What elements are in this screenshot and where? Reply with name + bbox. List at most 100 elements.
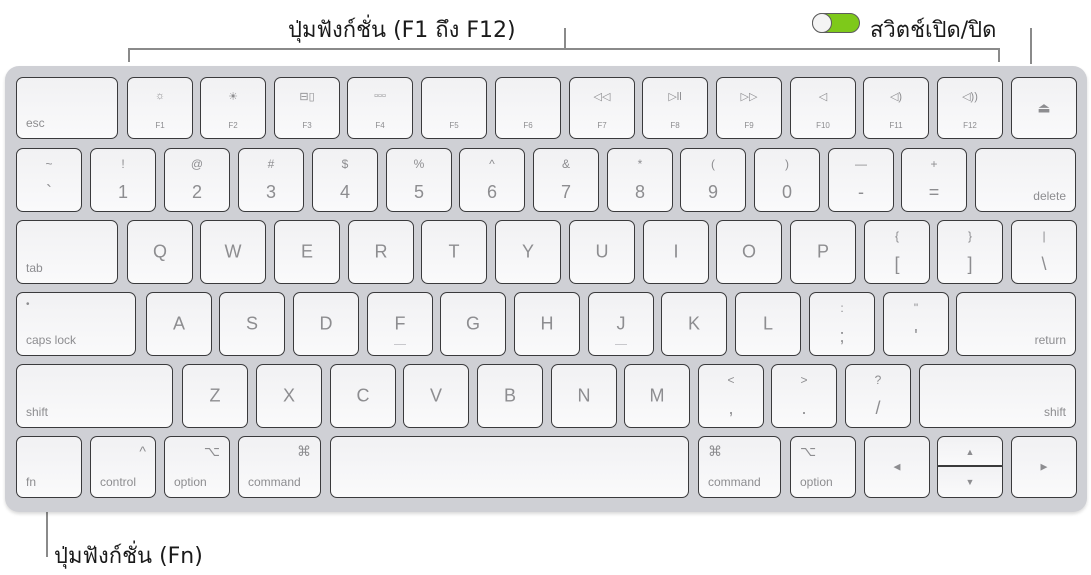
key-label: ' (914, 326, 918, 346)
key-shift[interactable]: shift (919, 364, 1076, 428)
key-v[interactable]: V (403, 364, 469, 428)
key-f12[interactable]: ◁)) F12 (937, 77, 1003, 139)
key-a[interactable]: A (146, 292, 212, 356)
key-d[interactable]: D (293, 292, 359, 356)
key-esc[interactable]: esc (16, 77, 118, 139)
key-label: X (282, 385, 295, 406)
key-9[interactable]: (9 (680, 148, 746, 212)
key-y[interactable]: Y (495, 220, 561, 284)
key-return[interactable]: return (956, 292, 1076, 356)
key-f9[interactable]: ▷▷ F9 (716, 77, 782, 139)
key-label: tab (26, 261, 43, 275)
key-f7[interactable]: ◁◁ F7 (569, 77, 635, 139)
key-f11[interactable]: ◁) F11 (863, 77, 929, 139)
key-o[interactable]: O (716, 220, 782, 284)
key-e[interactable]: E (274, 220, 340, 284)
key-3[interactable]: #3 (238, 148, 304, 212)
callout-bracket-horizontal (128, 48, 1000, 50)
key-s[interactable]: S (219, 292, 285, 356)
key-eject[interactable]: ⏏ (1011, 77, 1077, 139)
key-label: F2 (228, 121, 238, 130)
key-7[interactable]: & 7 (533, 148, 599, 212)
key-%3B[interactable]: :; (809, 292, 875, 356)
key-b[interactable]: B (477, 364, 543, 428)
key-option[interactable]: ⌥ option (790, 436, 856, 498)
key-label: delete (1033, 189, 1066, 203)
key-%3D[interactable]: + = (901, 148, 967, 212)
key-label: esc (26, 116, 45, 130)
key-f4[interactable]: ▫▫▫ F4 (347, 77, 413, 139)
fast-forward-icon: ▷▷ (740, 91, 758, 103)
key-control[interactable]: ^ control (90, 436, 156, 498)
key-%60[interactable]: ~ ` (16, 148, 82, 212)
key-f3[interactable]: ⊟▯ F3 (274, 77, 340, 139)
key-arrow-up-down[interactable]: ▲ ▼ (937, 436, 1003, 498)
key-label: E (300, 241, 313, 262)
key-arrow-up[interactable]: ▲ (937, 436, 1003, 467)
key-label: ] (967, 254, 973, 274)
key-q[interactable]: Q (127, 220, 193, 284)
key--[interactable]: — - (828, 148, 894, 212)
key-delete[interactable]: delete (975, 148, 1076, 212)
key-label: F12 (963, 121, 977, 130)
key-shift-label: + (930, 157, 938, 171)
key-arrow-right[interactable]: ▶ (1011, 436, 1077, 498)
key-shift-label: ( (711, 157, 715, 171)
key-shift-label: — (855, 157, 867, 171)
key-arrow-left[interactable]: ◀ (864, 436, 930, 498)
key-%2F[interactable]: ? / (845, 364, 911, 428)
key-g[interactable]: G (440, 292, 506, 356)
key-x[interactable]: X (256, 364, 322, 428)
key-f8[interactable]: ▷ll F8 (642, 77, 708, 139)
key-z[interactable]: Z (182, 364, 248, 428)
key-caps-lock[interactable]: caps lock • (16, 292, 136, 356)
key-1[interactable]: ! 1 (90, 148, 156, 212)
key-space[interactable] (330, 436, 689, 498)
key-l[interactable]: L (735, 292, 801, 356)
key-f[interactable]: F (367, 292, 433, 356)
key-p[interactable]: P (790, 220, 856, 284)
power-switch-toggle-icon (812, 13, 860, 33)
key-%5B[interactable]: {[ (864, 220, 930, 284)
key-5[interactable]: % 5 (386, 148, 452, 212)
key-option[interactable]: ⌥ option (164, 436, 230, 498)
key-label: 8 (634, 182, 645, 202)
key-m[interactable]: M (624, 364, 690, 428)
key-h[interactable]: H (514, 292, 580, 356)
key-c[interactable]: C (330, 364, 396, 428)
key-%5D[interactable]: }] (937, 220, 1003, 284)
key-n[interactable]: N (551, 364, 617, 428)
key-arrow-down[interactable]: ▼ (937, 465, 1003, 498)
key-2[interactable]: @2 (164, 148, 230, 212)
key-i[interactable]: I (643, 220, 709, 284)
key-.[interactable]: >. (771, 364, 837, 428)
key-8[interactable]: * 8 (607, 148, 673, 212)
key-k[interactable]: K (661, 292, 727, 356)
key-label: N (577, 385, 591, 406)
key-6[interactable]: ^ 6 (459, 148, 525, 212)
key-4[interactable]: $4 (312, 148, 378, 212)
key-f6[interactable]: F6 (495, 77, 561, 139)
key-'[interactable]: " ' (883, 292, 949, 356)
key-w[interactable]: W (200, 220, 266, 284)
key-f5[interactable]: F5 (421, 77, 487, 139)
key-j[interactable]: J (588, 292, 654, 356)
key-shift-label: ~ (45, 157, 53, 171)
key-shift[interactable]: shift (16, 364, 173, 428)
key-r[interactable]: R (348, 220, 414, 284)
key-f10[interactable]: ◁ F10 (790, 77, 856, 139)
key-command[interactable]: ⌘ command (238, 436, 321, 498)
key-fn[interactable]: fn (16, 436, 82, 498)
key-command[interactable]: ⌘ command (698, 436, 781, 498)
key-label: / (875, 398, 881, 418)
key-label: J (616, 313, 626, 334)
key-shift-label: " (913, 301, 919, 315)
key-f2[interactable]: ☀ F2 (200, 77, 266, 139)
key-0[interactable]: ) 0 (754, 148, 820, 212)
key-%2C[interactable]: <, (698, 364, 764, 428)
key-t[interactable]: T (421, 220, 487, 284)
key-%5C[interactable]: | \ (1011, 220, 1077, 284)
key-tab[interactable]: tab (16, 220, 118, 284)
key-f1[interactable]: ☼ F1 (127, 77, 193, 139)
key-u[interactable]: U (569, 220, 635, 284)
